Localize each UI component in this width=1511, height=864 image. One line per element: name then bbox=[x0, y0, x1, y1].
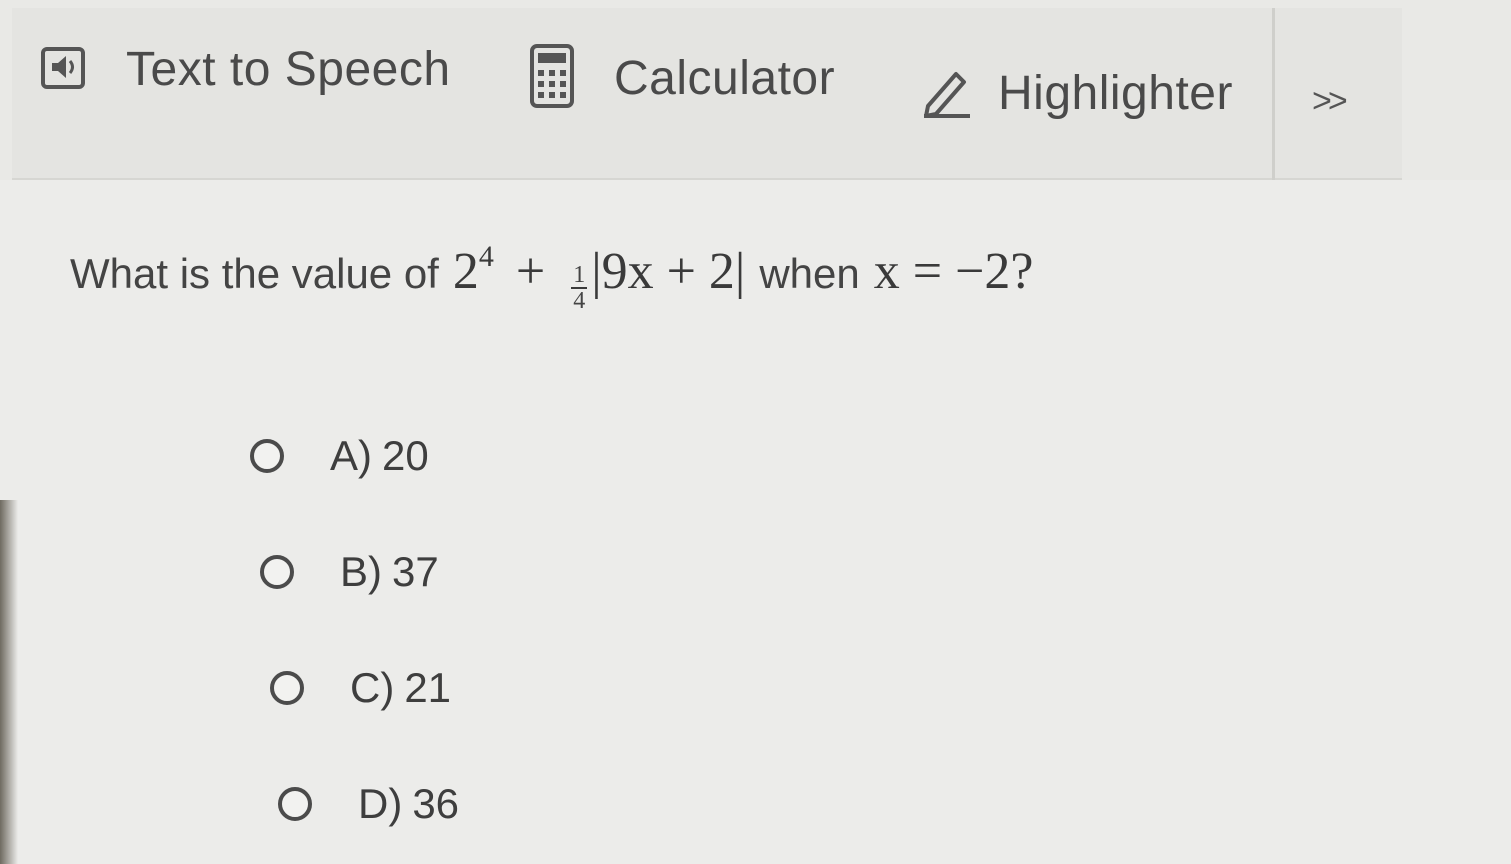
question-when: when bbox=[759, 250, 860, 297]
option-letter: B) bbox=[340, 548, 382, 595]
option-letter: C) bbox=[350, 664, 395, 711]
edge-shadow bbox=[0, 500, 18, 864]
toolbar: Text to Speech Calculator Highlighter >> bbox=[12, 8, 1402, 180]
question-area: What is the value of 24 + 1 4 |9x + 2| w… bbox=[0, 180, 1511, 864]
option-value: 20 bbox=[382, 432, 429, 479]
math-condition: x = −2? bbox=[873, 243, 1034, 300]
radio-button[interactable] bbox=[278, 787, 312, 821]
speaker-icon bbox=[40, 43, 88, 96]
answer-options: A) 20 B) 37 C) 21 D) 36 bbox=[250, 398, 459, 862]
option-c[interactable]: C) 21 bbox=[270, 630, 459, 746]
calculator-button[interactable]: Calculator bbox=[530, 44, 835, 113]
text-to-speech-label: Text to Speech bbox=[126, 43, 451, 96]
text-to-speech-button[interactable]: Text to Speech bbox=[40, 42, 451, 97]
math-absolute-value: |9x + 2| bbox=[591, 243, 746, 300]
question-text: What is the value of 24 + 1 4 |9x + 2| w… bbox=[70, 240, 1033, 319]
math-plus: + bbox=[515, 243, 546, 300]
option-b[interactable]: B) 37 bbox=[260, 514, 459, 630]
radio-button[interactable] bbox=[260, 555, 294, 589]
option-letter: A) bbox=[330, 432, 372, 479]
pencil-icon bbox=[920, 64, 974, 123]
question-prefix: What is the value of bbox=[70, 250, 439, 297]
math-fraction: 1 4 bbox=[571, 262, 588, 314]
option-a[interactable]: A) 20 bbox=[250, 398, 459, 514]
toolbar-divider bbox=[1272, 8, 1275, 180]
option-d[interactable]: D) 36 bbox=[278, 746, 459, 862]
radio-button[interactable] bbox=[270, 671, 304, 705]
option-letter: D) bbox=[358, 780, 403, 827]
option-value: 21 bbox=[404, 664, 452, 711]
option-value: 37 bbox=[392, 548, 439, 595]
math-power: 24 bbox=[452, 240, 494, 300]
calculator-label: Calculator bbox=[614, 52, 836, 105]
highlighter-label: Highlighter bbox=[998, 67, 1233, 120]
option-value: 36 bbox=[412, 780, 460, 827]
calculator-icon bbox=[530, 44, 574, 113]
more-tools-button[interactable]: >> bbox=[1312, 82, 1348, 121]
highlighter-button[interactable]: Highlighter bbox=[920, 64, 1233, 123]
radio-button[interactable] bbox=[250, 439, 284, 473]
